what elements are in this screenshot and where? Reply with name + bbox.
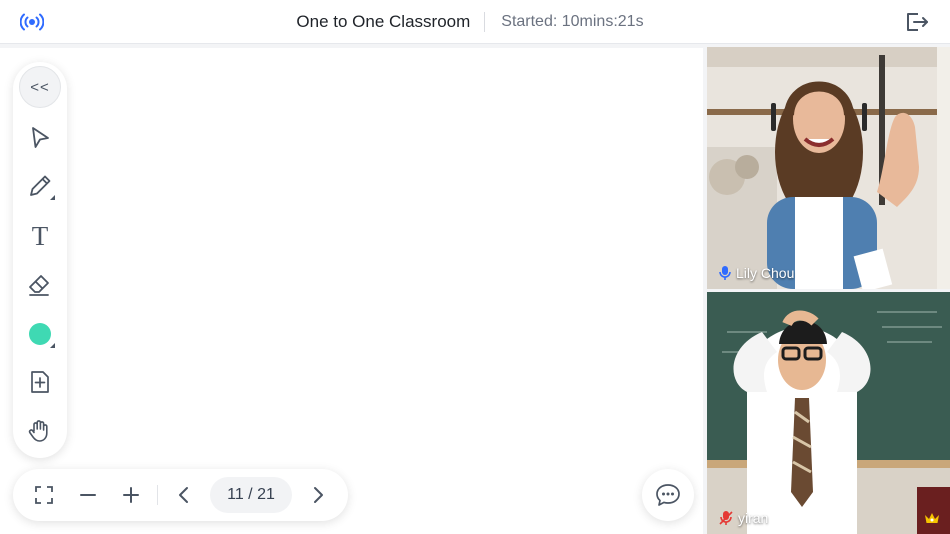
hand-tool-button[interactable] — [18, 411, 62, 451]
prev-page-icon — [179, 487, 188, 503]
color-options-indicator — [50, 343, 55, 348]
fullscreen-button[interactable] — [30, 481, 58, 509]
next-page-button[interactable] — [304, 481, 332, 509]
microphone-muted-icon — [719, 511, 733, 525]
crown-icon — [925, 513, 939, 523]
participant-name: yiran — [738, 510, 769, 526]
participant-label-student: yiran — [718, 510, 768, 526]
started-label: Started: — [501, 13, 558, 30]
page-navigation-bar: 11 / 21 — [13, 469, 348, 521]
participant-name: Lily Chou — [736, 265, 795, 281]
zoom-out-icon — [80, 494, 96, 496]
text-tool-button[interactable]: T — [18, 216, 62, 256]
hand-icon — [28, 420, 48, 442]
elapsed-time: Started: 10mins:21s — [485, 13, 643, 31]
page-indicator: 11 / 21 — [210, 477, 292, 513]
bottombar-divider — [157, 485, 158, 505]
chat-icon — [656, 484, 680, 506]
fullscreen-icon — [35, 486, 53, 504]
video-tile-student[interactable]: yiran — [707, 292, 950, 534]
pointer-icon — [32, 127, 49, 148]
classroom-title: One to One Classroom — [296, 12, 471, 31]
chat-button[interactable] — [642, 469, 694, 521]
pencil-tool-button[interactable] — [18, 166, 62, 206]
exit-button[interactable] — [904, 10, 930, 34]
pointer-tool-button[interactable] — [18, 118, 62, 158]
pencil-options-indicator — [50, 195, 55, 200]
eraser-icon — [29, 275, 49, 296]
drawing-toolbar: << T — [13, 62, 67, 458]
add-page-icon — [31, 371, 49, 393]
participant-label-teacher: Lily Chou — [718, 265, 794, 281]
add-page-button[interactable] — [18, 362, 62, 402]
prev-page-button[interactable] — [170, 481, 198, 509]
whiteboard-canvas[interactable] — [0, 48, 703, 534]
zoom-in-icon — [123, 487, 139, 503]
exit-icon — [907, 13, 928, 31]
video-tile-teacher[interactable]: Lily Chou — [707, 47, 950, 289]
top-bar: One to One Classroom Started: 10mins:21s — [0, 0, 950, 44]
color-picker-button[interactable] — [18, 314, 62, 354]
collapse-toolbar-button[interactable]: << — [19, 66, 61, 108]
microphone-on-icon — [719, 266, 731, 280]
zoom-out-button[interactable] — [74, 481, 102, 509]
next-page-icon — [314, 487, 323, 503]
zoom-in-button[interactable] — [117, 481, 145, 509]
eraser-tool-button[interactable] — [18, 264, 62, 304]
text-icon: T — [31, 220, 49, 251]
student-video-feed — [707, 292, 950, 534]
teacher-video-feed — [707, 47, 950, 289]
selected-color-swatch — [29, 323, 51, 345]
elapsed-value: 10mins:21s — [561, 13, 644, 30]
